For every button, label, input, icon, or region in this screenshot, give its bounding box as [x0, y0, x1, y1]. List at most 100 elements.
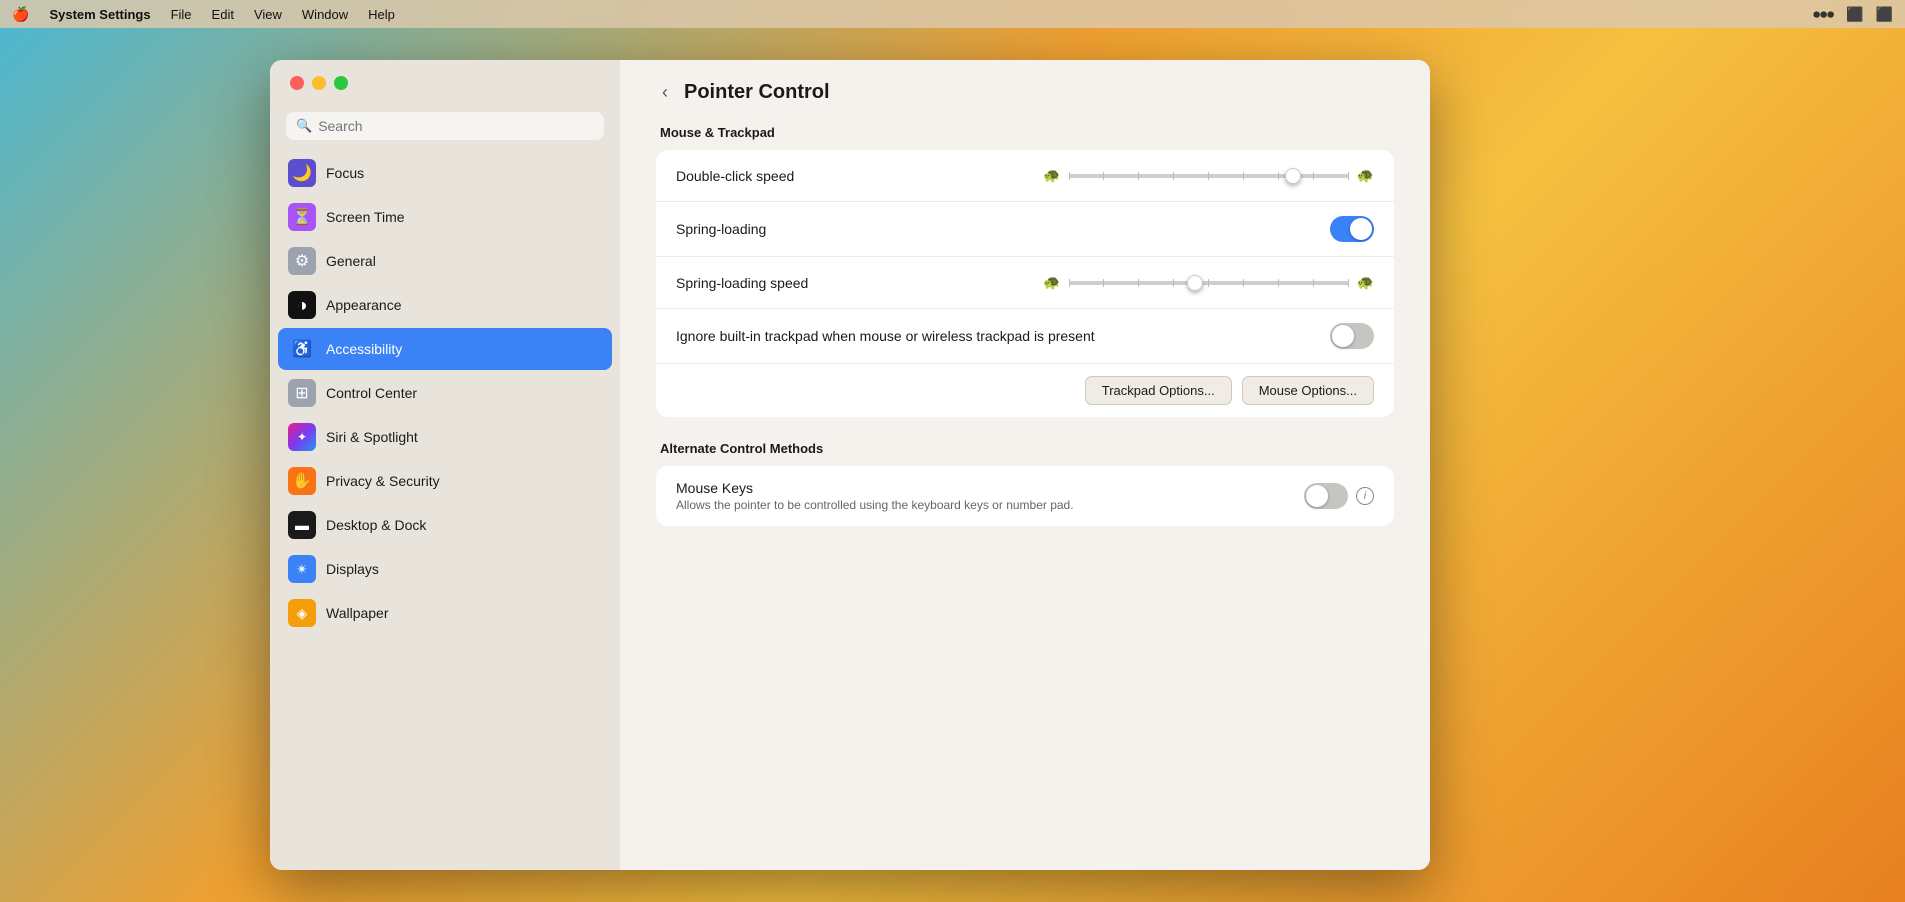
app-name: System Settings: [49, 7, 150, 22]
content-body: Mouse & Trackpad Double-click speed 🐢: [620, 115, 1430, 580]
sidebar-item-control-center[interactable]: ⊞ Control Center: [278, 372, 612, 414]
sidebar-item-appearance[interactable]: ◑ Appearance: [278, 284, 612, 326]
general-icon: ⚙: [288, 247, 316, 275]
window-controls: [290, 76, 348, 90]
alternate-control-section-title: Alternate Control Methods: [656, 441, 1394, 456]
back-button[interactable]: ‹: [656, 80, 674, 105]
double-click-slider-track[interactable]: [1069, 174, 1349, 178]
ignore-trackpad-label: Ignore built-in trackpad when mouse or w…: [676, 328, 1330, 344]
ignore-trackpad-toggle[interactable]: [1330, 323, 1374, 349]
accessibility-icon: ♿: [288, 335, 316, 363]
displays-icon: ✴: [288, 555, 316, 583]
bettertouchtool-icon: ⬛: [1846, 6, 1863, 23]
mouse-keys-text: Mouse Keys Allows the pointer to be cont…: [676, 480, 1304, 512]
system-settings-window: 🔍 🌙 Focus ⏳ Screen Time ⚙ General ◑ Appe…: [270, 60, 1430, 870]
ignore-trackpad-row: Ignore built-in trackpad when mouse or w…: [656, 309, 1394, 364]
sidebar-list: 🌙 Focus ⏳ Screen Time ⚙ General ◑ Appear…: [270, 152, 620, 870]
mouse-keys-toggle[interactable]: [1304, 483, 1348, 509]
sidebar-item-accessibility[interactable]: ♿ Accessibility: [278, 328, 612, 370]
double-click-speed-row: Double-click speed 🐢: [656, 150, 1394, 202]
privacy-icon: ✋: [288, 467, 316, 495]
alternate-control-card: Mouse Keys Allows the pointer to be cont…: [656, 466, 1394, 526]
sidebar-item-siri-spotlight[interactable]: ✦ Siri & Spotlight: [278, 416, 612, 458]
screen-time-icon: ⏳: [288, 203, 316, 231]
spring-loading-label: Spring-loading: [676, 221, 1330, 237]
menu-help[interactable]: Help: [368, 7, 395, 22]
double-click-slider-container: 🐢: [1043, 167, 1374, 184]
apple-menu[interactable]: 🍎: [12, 6, 29, 23]
menu-window[interactable]: Window: [302, 7, 348, 22]
sidebar-label-privacy: Privacy & Security: [326, 473, 440, 489]
sidebar-item-general[interactable]: ⚙ General: [278, 240, 612, 282]
sidebar-item-wallpaper[interactable]: ◈ Wallpaper: [278, 592, 612, 634]
spring-loading-row: Spring-loading: [656, 202, 1394, 257]
mouse-keys-label: Mouse Keys: [676, 480, 1304, 496]
search-icon: 🔍: [296, 118, 312, 134]
wallpaper-icon: ◈: [288, 599, 316, 627]
spring-loading-slider-track[interactable]: [1069, 281, 1349, 285]
search-box[interactable]: 🔍: [286, 112, 604, 140]
minimize-button[interactable]: [312, 76, 326, 90]
mouse-trackpad-card: Double-click speed 🐢: [656, 150, 1394, 417]
sidebar-label-desktop: Desktop & Dock: [326, 517, 426, 533]
spring-loading-toggle-knob: [1350, 218, 1372, 240]
menu-file[interactable]: File: [171, 7, 192, 22]
mouse-keys-sublabel: Allows the pointer to be controlled usin…: [676, 498, 1304, 512]
sidebar-label-focus: Focus: [326, 165, 364, 181]
spring-loading-speed-row: Spring-loading speed 🐢: [656, 257, 1394, 309]
main-content: ‹ Pointer Control Mouse & Trackpad Doubl…: [620, 60, 1430, 870]
sidebar-item-screen-time[interactable]: ⏳ Screen Time: [278, 196, 612, 238]
maximize-button[interactable]: [334, 76, 348, 90]
sidebar-label-control-center: Control Center: [326, 385, 417, 401]
double-click-speed-control: 🐢: [1043, 167, 1374, 184]
close-button[interactable]: [290, 76, 304, 90]
menubar: 🍎 System Settings File Edit View Window …: [0, 0, 1905, 28]
menu-view[interactable]: View: [254, 7, 282, 22]
sidebar-item-displays[interactable]: ✴ Displays: [278, 548, 612, 590]
trackpad-options-button[interactable]: Trackpad Options...: [1085, 376, 1232, 405]
menubar-right-icons: ⏺⏺⏺ ⬛ ⬛: [1813, 6, 1893, 23]
desktop-dock-icon: ▬: [288, 511, 316, 539]
sidebar: 🔍 🌙 Focus ⏳ Screen Time ⚙ General ◑ Appe…: [270, 60, 620, 870]
mouse-options-button[interactable]: Mouse Options...: [1242, 376, 1374, 405]
spring-loading-toggle[interactable]: [1330, 216, 1374, 242]
mouse-keys-controls: i: [1304, 483, 1374, 509]
trackpad-mouse-buttons-row: Trackpad Options... Mouse Options...: [656, 364, 1394, 417]
mouse-keys-toggle-knob: [1306, 485, 1328, 507]
sidebar-label-siri: Siri & Spotlight: [326, 429, 418, 445]
spring-loading-speed-label: Spring-loading speed: [676, 275, 1043, 291]
slow-turtle-icon: 🐢: [1043, 167, 1060, 184]
fast-turtle-icon: 🐢: [1357, 167, 1374, 184]
siri-icon: ✦: [288, 423, 316, 451]
sidebar-label-screen-time: Screen Time: [326, 209, 405, 225]
sidebar-label-wallpaper: Wallpaper: [326, 605, 389, 621]
sidebar-item-focus[interactable]: 🌙 Focus: [278, 152, 612, 194]
content-header: ‹ Pointer Control: [620, 60, 1430, 115]
sidebar-label-appearance: Appearance: [326, 297, 402, 313]
sidebar-label-accessibility: Accessibility: [326, 341, 402, 357]
sidebar-item-privacy-security[interactable]: ✋ Privacy & Security: [278, 460, 612, 502]
sidebar-label-general: General: [326, 253, 376, 269]
spring-loading-slider-thumb[interactable]: [1187, 275, 1203, 291]
spring-loading-control: [1330, 216, 1374, 242]
sidebar-label-displays: Displays: [326, 561, 379, 577]
mouse-trackpad-section-title: Mouse & Trackpad: [656, 125, 1394, 140]
control-center-icon: ⊞: [288, 379, 316, 407]
sidebar-item-desktop-dock[interactable]: ▬ Desktop & Dock: [278, 504, 612, 546]
double-click-speed-label: Double-click speed: [676, 168, 1043, 184]
page-title: Pointer Control: [684, 81, 830, 104]
screencapture-icon: ⬛: [1876, 6, 1893, 23]
slow-icon: 🐢: [1043, 274, 1060, 291]
ignore-trackpad-control: [1330, 323, 1374, 349]
focus-icon: 🌙: [288, 159, 316, 187]
fast-icon: 🐢: [1357, 274, 1374, 291]
periscope-icon: ⏺⏺⏺: [1813, 6, 1834, 23]
mouse-keys-row: Mouse Keys Allows the pointer to be cont…: [656, 466, 1394, 526]
ignore-trackpad-toggle-knob: [1332, 325, 1354, 347]
spring-loading-speed-control: 🐢: [1043, 274, 1374, 291]
menu-edit[interactable]: Edit: [212, 7, 234, 22]
mouse-keys-info-button[interactable]: i: [1356, 487, 1374, 505]
search-input[interactable]: [318, 118, 594, 134]
appearance-icon: ◑: [288, 291, 316, 319]
double-click-slider-thumb[interactable]: [1285, 168, 1301, 184]
